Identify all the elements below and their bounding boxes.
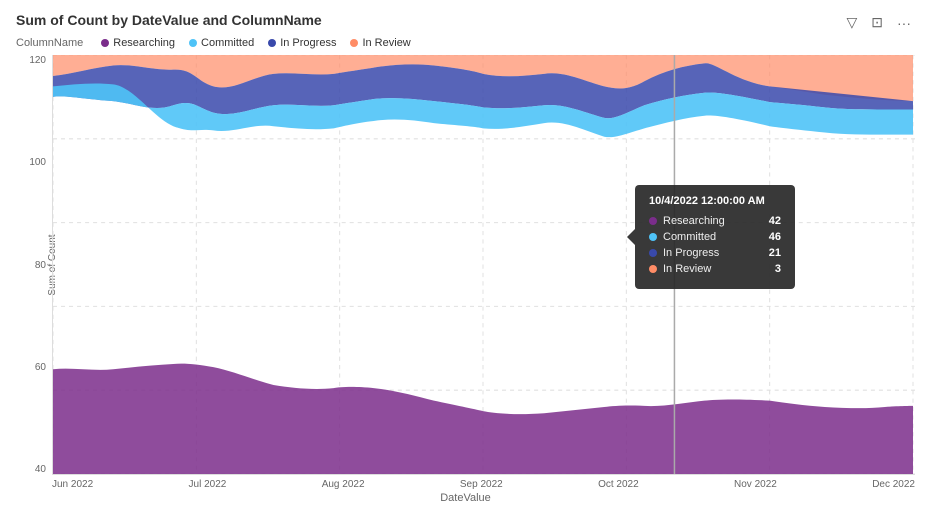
- y-tick-80: 80: [35, 260, 46, 271]
- chart-container: Sum of Count by DateValue and ColumnName…: [0, 0, 931, 530]
- x-tick-sep: Sep 2022: [460, 479, 503, 490]
- y-tick-40: 40: [35, 464, 46, 475]
- legend-item-committed[interactable]: Committed: [189, 37, 254, 49]
- legend-dot-committed: [189, 39, 197, 47]
- chart-actions: ▽ ⊡ ···: [842, 12, 915, 33]
- x-tick-oct: Oct 2022: [598, 479, 639, 490]
- legend-dot-inreview: [350, 39, 358, 47]
- chart-svg: .grid-line { stroke: #e0e0e0; stroke-wid…: [53, 55, 915, 474]
- x-tick-jul: Jul 2022: [189, 479, 227, 490]
- x-axis-title: DateValue: [16, 492, 915, 504]
- legend-item-inreview[interactable]: In Review: [350, 37, 410, 49]
- legend-label-committed: Committed: [201, 37, 254, 49]
- legend-item-researching[interactable]: Researching: [101, 37, 175, 49]
- legend-column-label: ColumnName: [16, 37, 83, 49]
- chart-area: Sum of Count 120 100 80 60 40 .grid-line…: [16, 55, 915, 475]
- y-tick-120: 120: [29, 55, 46, 66]
- legend-dot-researching: [101, 39, 109, 47]
- legend-label-researching: Researching: [113, 37, 175, 49]
- y-tick-60: 60: [35, 362, 46, 373]
- chart-title: Sum of Count by DateValue and ColumnName: [16, 12, 322, 28]
- expand-icon[interactable]: ⊡: [867, 12, 887, 33]
- x-tick-dec: Dec 2022: [872, 479, 915, 490]
- more-icon[interactable]: ···: [893, 13, 915, 33]
- x-tick-jun: Jun 2022: [52, 479, 93, 490]
- legend: ColumnName Researching Committed In Prog…: [16, 37, 915, 49]
- chart-header: Sum of Count by DateValue and ColumnName…: [16, 12, 915, 33]
- x-axis: Jun 2022 Jul 2022 Aug 2022 Sep 2022 Oct …: [16, 479, 915, 490]
- legend-item-inprogress[interactable]: In Progress: [268, 37, 336, 49]
- x-tick-aug: Aug 2022: [322, 479, 365, 490]
- chart-plot[interactable]: .grid-line { stroke: #e0e0e0; stroke-wid…: [52, 55, 915, 475]
- legend-label-inprogress: In Progress: [280, 37, 336, 49]
- legend-dot-inprogress: [268, 39, 276, 47]
- legend-label-inreview: In Review: [362, 37, 410, 49]
- y-tick-100: 100: [29, 157, 46, 168]
- filter-icon[interactable]: ▽: [842, 12, 861, 33]
- x-tick-nov: Nov 2022: [734, 479, 777, 490]
